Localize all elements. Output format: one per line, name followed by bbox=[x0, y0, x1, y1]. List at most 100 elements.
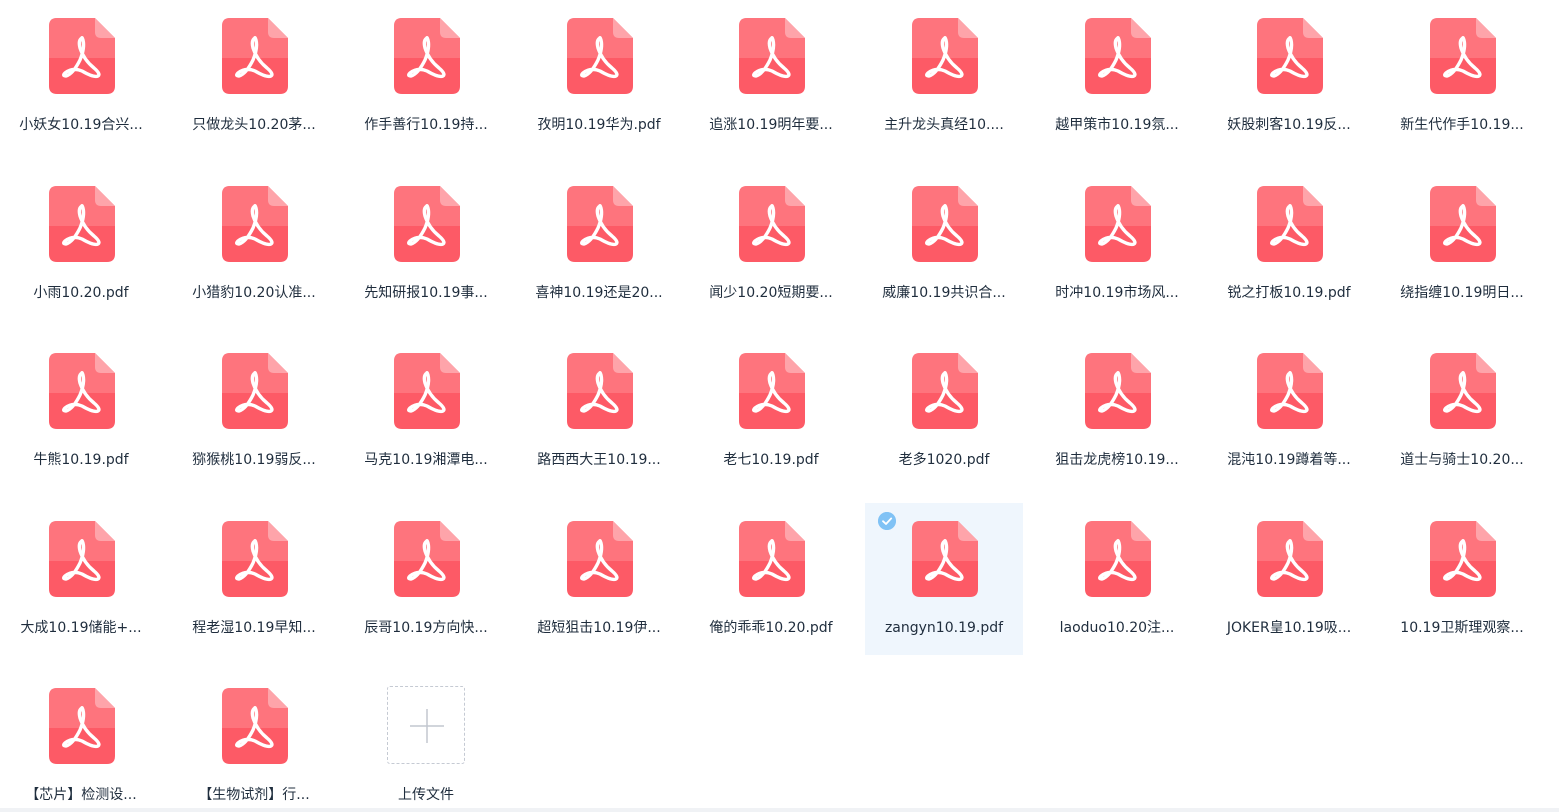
bottom-divider bbox=[0, 808, 1559, 812]
pdf-icon bbox=[1257, 18, 1323, 94]
pdf-icon bbox=[912, 18, 978, 94]
file-name: 闻少10.20短期要... bbox=[709, 285, 833, 301]
file-tile[interactable]: 威廉10.19共识合... bbox=[865, 168, 1023, 320]
file-tile[interactable]: 主升龙头真经10.... bbox=[865, 0, 1023, 152]
pdf-icon bbox=[739, 353, 805, 429]
file-tile[interactable]: 小妖女10.19合兴... bbox=[2, 0, 160, 152]
file-name: 威廉10.19共识合... bbox=[882, 285, 1006, 301]
file-name: 【生物试剂】行... bbox=[198, 787, 310, 803]
selected-check-icon[interactable] bbox=[878, 512, 896, 530]
file-name: 绕指缠10.19明日... bbox=[1400, 285, 1524, 301]
file-tile[interactable]: JOKER皇10.19吸... bbox=[1210, 503, 1368, 655]
file-name: 马克10.19湘潭电... bbox=[364, 452, 488, 468]
file-tile[interactable]: 先知研报10.19事... bbox=[347, 168, 505, 320]
file-name: 时冲10.19市场风... bbox=[1055, 285, 1179, 301]
file-name: 牛熊10.19.pdf bbox=[33, 452, 129, 468]
file-grid: 小妖女10.19合兴... 只做龙头10.20茅... 作手善行10.19持... 孜… bbox=[0, 0, 1559, 812]
pdf-icon bbox=[222, 353, 288, 429]
file-tile[interactable]: 越甲策市10.19氛... bbox=[1038, 0, 1196, 152]
pdf-icon bbox=[567, 521, 633, 597]
pdf-icon bbox=[1257, 521, 1323, 597]
pdf-icon bbox=[49, 18, 115, 94]
pdf-icon bbox=[567, 186, 633, 262]
file-tile[interactable]: 时冲10.19市场风... bbox=[1038, 168, 1196, 320]
file-name: 【芯片】检测设... bbox=[25, 787, 137, 803]
file-tile[interactable]: 孜明10.19华为.pdf bbox=[520, 0, 678, 152]
file-tile[interactable]: 道士与骑士10.20... bbox=[1383, 335, 1541, 487]
pdf-icon bbox=[1430, 353, 1496, 429]
file-tile[interactable]: 混沌10.19蹲着等... bbox=[1210, 335, 1368, 487]
file-tile[interactable]: 马克10.19湘潭电... bbox=[347, 335, 505, 487]
file-tile[interactable]: 超短狙击10.19伊... bbox=[520, 503, 678, 655]
pdf-icon bbox=[394, 186, 460, 262]
file-name: JOKER皇10.19吸... bbox=[1226, 620, 1352, 636]
upload-label: 上传文件 bbox=[398, 787, 454, 803]
pdf-icon bbox=[1085, 18, 1151, 94]
file-name: 辰哥10.19方向快... bbox=[364, 620, 488, 636]
file-name: 主升龙头真经10.... bbox=[884, 117, 1004, 133]
file-name: laoduo10.20注... bbox=[1059, 620, 1175, 636]
pdf-icon bbox=[49, 186, 115, 262]
file-name: 混沌10.19蹲着等... bbox=[1227, 452, 1351, 468]
upload-file-tile[interactable]: 上传文件 bbox=[347, 670, 505, 812]
file-name: 先知研报10.19事... bbox=[364, 285, 488, 301]
file-tile[interactable]: 老多1020.pdf bbox=[865, 335, 1023, 487]
file-tile[interactable]: 辰哥10.19方向快... bbox=[347, 503, 505, 655]
pdf-icon bbox=[1257, 186, 1323, 262]
file-tile[interactable]: laoduo10.20注... bbox=[1038, 503, 1196, 655]
pdf-icon bbox=[1430, 521, 1496, 597]
pdf-icon bbox=[394, 521, 460, 597]
pdf-icon bbox=[739, 186, 805, 262]
pdf-icon bbox=[912, 353, 978, 429]
pdf-icon bbox=[222, 521, 288, 597]
file-tile[interactable]: 大成10.19储能+... bbox=[2, 503, 160, 655]
file-tile[interactable]: 小猎豹10.20认准... bbox=[175, 168, 333, 320]
file-tile[interactable]: 猕猴桃10.19弱反... bbox=[175, 335, 333, 487]
file-name: 小猎豹10.20认准... bbox=[192, 285, 316, 301]
file-name: 俺的乖乖10.20.pdf bbox=[709, 620, 833, 636]
file-tile[interactable]: 路西西大王10.19... bbox=[520, 335, 678, 487]
file-tile[interactable]: 作手善行10.19持... bbox=[347, 0, 505, 152]
upload-box[interactable] bbox=[387, 686, 465, 764]
file-tile[interactable]: 程老湿10.19早知... bbox=[175, 503, 333, 655]
file-tile[interactable]: 【芯片】检测设... bbox=[2, 670, 160, 812]
file-tile[interactable]: zangyn10.19.pdf bbox=[865, 503, 1023, 655]
file-tile[interactable]: 锐之打板10.19.pdf bbox=[1210, 168, 1368, 320]
file-tile[interactable]: 老七10.19.pdf bbox=[692, 335, 850, 487]
file-tile[interactable]: 只做龙头10.20茅... bbox=[175, 0, 333, 152]
file-name: 老七10.19.pdf bbox=[723, 452, 819, 468]
file-tile[interactable]: 【生物试剂】行... bbox=[175, 670, 333, 812]
pdf-icon bbox=[1257, 353, 1323, 429]
file-name: 妖股刺客10.19反... bbox=[1227, 117, 1351, 133]
pdf-icon bbox=[222, 688, 288, 764]
file-name: 超短狙击10.19伊... bbox=[537, 620, 661, 636]
file-tile[interactable]: 妖股刺客10.19反... bbox=[1210, 0, 1368, 152]
file-tile[interactable]: 10.19卫斯理观察... bbox=[1383, 503, 1541, 655]
file-tile[interactable]: 俺的乖乖10.20.pdf bbox=[692, 503, 850, 655]
file-name: 路西西大王10.19... bbox=[537, 452, 661, 468]
file-tile[interactable]: 小雨10.20.pdf bbox=[2, 168, 160, 320]
pdf-icon bbox=[739, 18, 805, 94]
file-name: 新生代作手10.19... bbox=[1400, 117, 1524, 133]
pdf-icon bbox=[1085, 186, 1151, 262]
plus-icon bbox=[410, 709, 444, 743]
pdf-icon bbox=[1085, 353, 1151, 429]
file-name: 越甲策市10.19氛... bbox=[1055, 117, 1179, 133]
pdf-icon bbox=[49, 521, 115, 597]
file-name: zangyn10.19.pdf bbox=[884, 620, 1004, 636]
file-tile[interactable]: 追涨10.19明年要... bbox=[692, 0, 850, 152]
file-name: 猕猴桃10.19弱反... bbox=[192, 452, 316, 468]
file-tile[interactable]: 新生代作手10.19... bbox=[1383, 0, 1541, 152]
file-tile[interactable]: 牛熊10.19.pdf bbox=[2, 335, 160, 487]
file-name: 锐之打板10.19.pdf bbox=[1227, 285, 1351, 301]
file-tile[interactable]: 喜神10.19还是20... bbox=[520, 168, 678, 320]
file-name: 10.19卫斯理观察... bbox=[1400, 620, 1524, 636]
pdf-icon bbox=[1430, 18, 1496, 94]
pdf-icon bbox=[49, 353, 115, 429]
pdf-icon bbox=[49, 688, 115, 764]
file-tile[interactable]: 闻少10.20短期要... bbox=[692, 168, 850, 320]
file-tile[interactable]: 绕指缠10.19明日... bbox=[1383, 168, 1541, 320]
file-name: 小雨10.20.pdf bbox=[33, 285, 129, 301]
file-tile[interactable]: 狙击龙虎榜10.19... bbox=[1038, 335, 1196, 487]
pdf-icon bbox=[739, 521, 805, 597]
